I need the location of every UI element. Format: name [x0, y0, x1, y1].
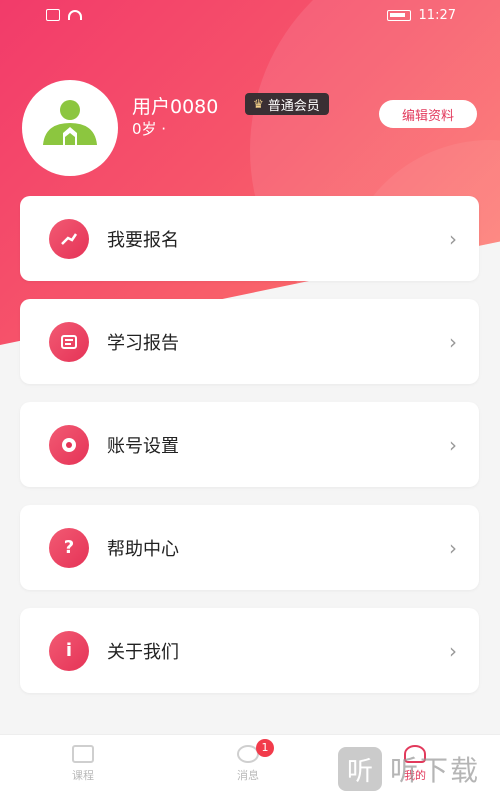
menu-item-report[interactable]: 学习报告 ›: [20, 299, 479, 384]
signup-icon: [49, 218, 89, 259]
menu-item-help[interactable]: ? 帮助中心 ›: [20, 505, 479, 590]
menu-item-label: 我要报名: [107, 229, 179, 251]
settings-icon: [49, 424, 89, 465]
menu-item-label: 帮助中心: [107, 538, 179, 560]
watermark-logo: 听: [338, 747, 382, 791]
status-time: 11:27: [418, 7, 456, 23]
avatar[interactable]: [22, 80, 118, 176]
info-icon: i: [49, 630, 89, 671]
menu-item-label: 学习报告: [107, 332, 179, 354]
chevron-right-icon: ›: [449, 535, 457, 560]
course-icon: [72, 745, 94, 763]
member-badge: ♛ 普通会员: [245, 93, 329, 115]
chevron-right-icon: ›: [449, 329, 457, 354]
unread-badge: 1: [256, 739, 274, 757]
menu-item-signup[interactable]: 我要报名 ›: [20, 196, 479, 281]
watermark-text: 听下载: [390, 754, 481, 787]
tab-label: 消息: [237, 769, 259, 782]
wifi-icon: [68, 10, 82, 20]
username: 用户0080: [132, 96, 219, 118]
tab-courses[interactable]: 课程: [43, 745, 123, 783]
user-age: 0岁 ·: [132, 120, 167, 138]
tab-messages[interactable]: 1 消息: [208, 739, 288, 783]
chevron-right-icon: ›: [449, 226, 457, 251]
chevron-right-icon: ›: [449, 432, 457, 457]
menu-item-account-settings[interactable]: 账号设置 ›: [20, 402, 479, 487]
crown-icon: ♛: [253, 97, 264, 111]
avatar-person-icon: [43, 100, 97, 145]
menu-item-label: 关于我们: [107, 641, 179, 663]
chevron-right-icon: ›: [449, 638, 457, 663]
menu-list: 我要报名 › 学习报告 › 账号设置 › ? 帮助中心 › i 关于我们 ›: [20, 196, 479, 711]
tab-label: 课程: [72, 769, 94, 782]
edit-profile-button[interactable]: 编辑资料: [379, 100, 477, 128]
battery-icon: [386, 9, 411, 21]
member-level: 普通会员: [267, 98, 320, 114]
menu-item-about[interactable]: i 关于我们 ›: [20, 608, 479, 693]
watermark: 听 听下载: [338, 744, 480, 794]
sim-icon: [46, 9, 60, 21]
report-icon: [49, 321, 89, 362]
menu-item-label: 账号设置: [107, 435, 179, 457]
help-icon: ?: [49, 527, 89, 568]
status-bar: 11:27: [0, 0, 500, 30]
